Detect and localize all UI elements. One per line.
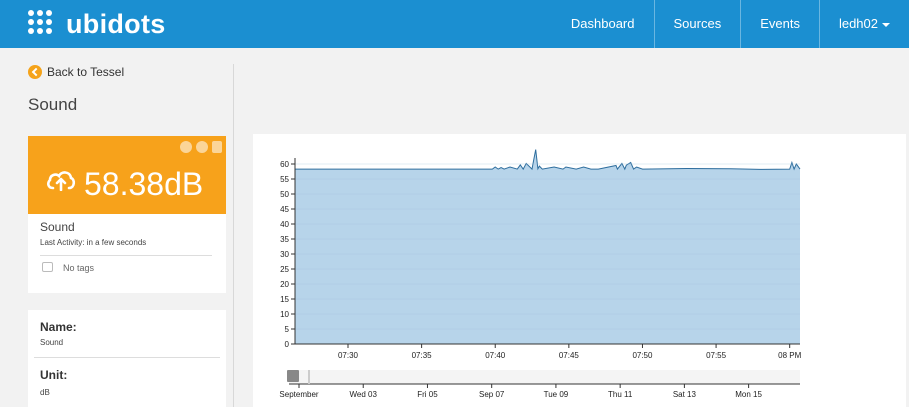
variable-value: 58.38dB	[84, 166, 204, 202]
variable-value-box: 58.38dB	[28, 136, 226, 214]
trash-icon[interactable]	[212, 141, 222, 153]
name-label: Name:	[40, 320, 77, 334]
nav-events[interactable]: Events	[740, 0, 819, 48]
y-tick-label: 25	[280, 265, 289, 274]
navigator-handle	[287, 370, 299, 382]
info-icon[interactable]	[180, 141, 192, 153]
y-tick-label: 0	[285, 340, 290, 349]
y-tick-label: 40	[280, 220, 289, 229]
user-menu-label: ledh02	[838, 16, 878, 31]
y-tick-label: 5	[285, 325, 290, 334]
cloud-upload-icon	[47, 171, 76, 191]
y-tick-label: 10	[280, 310, 289, 319]
y-tick-label: 15	[280, 295, 289, 304]
tag-icon	[42, 262, 53, 272]
main-nav: Dashboard Sources Events ledh02	[552, 0, 909, 48]
logo-dots-icon	[28, 9, 60, 40]
chart-panel: 0 5 10 15 20 25 30 35 40 45 50 55 60 07:30 07:35 07:40 0…	[253, 134, 906, 407]
navigator-label: Sat 13	[673, 390, 697, 399]
x-tick-label: 07:30	[338, 351, 359, 360]
back-arrow-icon	[28, 65, 42, 79]
variable-actions	[180, 141, 222, 153]
y-tick-label: 45	[280, 205, 289, 214]
unit-label: Unit:	[40, 368, 68, 382]
y-tick-label: 55	[280, 175, 289, 184]
page-title: Sound	[28, 95, 78, 114]
back-link[interactable]: Back to Tessel	[28, 65, 124, 79]
y-tick-label: 35	[280, 235, 289, 244]
x-tick-label: 08 PM	[778, 351, 801, 360]
navigator-label: Wed 03	[350, 390, 378, 399]
card-divider	[40, 255, 212, 256]
y-tick-label: 30	[280, 250, 289, 259]
sound-chart[interactable]: 0 5 10 15 20 25 30 35 40 45 50 55 60 07:30 07:35 07:40 0…	[253, 134, 906, 407]
x-tick-label: 07:55	[706, 351, 727, 360]
navigator-label: Mon 15	[735, 390, 762, 399]
variable-info-card: Name: Sound Unit: dB	[28, 310, 226, 407]
edit-icon[interactable]	[196, 141, 208, 153]
ubidots-logo[interactable]: ubidots	[28, 9, 166, 40]
top-navigation-bar: ubidots Dashboard Sources Events ledh02	[0, 0, 909, 48]
x-tick-label: 07:40	[485, 351, 506, 360]
navigator-window	[308, 370, 310, 384]
navigator-label: Fri 05	[417, 390, 438, 399]
nav-dashboard[interactable]: Dashboard	[552, 0, 654, 48]
navigator-label: Thu 11	[608, 390, 633, 399]
navigator-label: Sep 07	[479, 390, 505, 399]
back-link-label: Back to Tessel	[47, 65, 125, 79]
x-tick-label: 07:50	[632, 351, 653, 360]
tags-label[interactable]: No tags	[63, 263, 94, 273]
sidebar-divider	[233, 64, 234, 407]
info-divider	[34, 357, 220, 358]
nav-sources[interactable]: Sources	[653, 0, 741, 48]
x-tick-label: 07:35	[412, 351, 433, 360]
navigator-label: September	[279, 390, 318, 399]
name-value[interactable]: Sound	[40, 338, 63, 347]
variable-name: Sound	[40, 220, 75, 234]
x-tick-label: 07:45	[559, 351, 580, 360]
last-activity: Last Activity: in a few seconds	[40, 238, 147, 247]
y-tick-label: 20	[280, 280, 289, 289]
navigator-label: Tue 09	[544, 390, 569, 399]
variable-card: 58.38dB Sound Last Activity: in a few se…	[28, 136, 226, 293]
navigator-track	[289, 370, 800, 384]
user-menu[interactable]: ledh02	[818, 0, 909, 48]
unit-value[interactable]: dB	[40, 388, 50, 397]
caret-down-icon	[882, 22, 890, 27]
series-line	[295, 149, 801, 171]
y-tick-label: 60	[280, 160, 289, 169]
y-tick-label: 50	[280, 190, 289, 199]
brand-name: ubidots	[66, 9, 166, 39]
